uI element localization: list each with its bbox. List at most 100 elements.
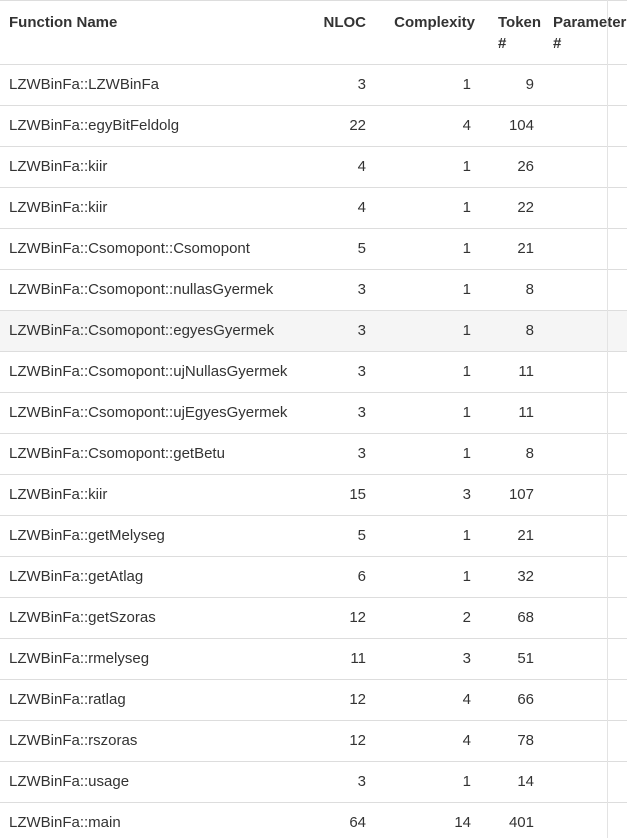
cell-function-name: LZWBinFa::kiir: [0, 187, 312, 229]
cell-nloc: 12: [312, 679, 374, 721]
column-header-complexity[interactable]: Complexity: [374, 0, 483, 65]
cell-nloc: 3: [312, 310, 374, 352]
header-row: Function Name NLOC Complexity Token # Par…: [0, 0, 627, 65]
column-header-parameter-line1: Parameter: [553, 14, 627, 31]
table-row: LZWBinFa::egyBitFeldolg 22 4 104: [0, 105, 627, 147]
column-header-token-line1: Token: [498, 14, 542, 31]
cell-parameter: [549, 556, 627, 598]
cell-parameter: [549, 761, 627, 803]
cell-complexity: 1: [374, 228, 483, 270]
cell-complexity: 14: [374, 802, 483, 838]
table-row-hovered: LZWBinFa::Csomopont::egyesGyermek 3 1 8: [0, 310, 627, 352]
cell-complexity: 1: [374, 310, 483, 352]
cell-token: 66: [483, 679, 549, 721]
cell-nloc: 3: [312, 392, 374, 434]
cell-token: 11: [483, 351, 549, 393]
cell-complexity: 4: [374, 679, 483, 721]
table-row: LZWBinFa::kiir 15 3 107: [0, 474, 627, 516]
cell-parameter: [549, 228, 627, 270]
column-header-parameter[interactable]: Parameter #: [549, 0, 627, 65]
cell-token: 107: [483, 474, 549, 516]
cell-complexity: 3: [374, 474, 483, 516]
cell-complexity: 3: [374, 638, 483, 680]
cell-function-name: LZWBinFa::kiir: [0, 474, 312, 516]
cell-parameter: [549, 597, 627, 639]
cell-function-name: LZWBinFa::egyBitFeldolg: [0, 105, 312, 147]
cell-parameter: [549, 720, 627, 762]
cell-function-name: LZWBinFa::Csomopont::Csomopont: [0, 228, 312, 270]
cell-token: 32: [483, 556, 549, 598]
cell-token: 21: [483, 515, 549, 557]
cell-parameter: [549, 433, 627, 475]
cell-function-name: LZWBinFa::getSzoras: [0, 597, 312, 639]
table-body: LZWBinFa::LZWBinFa 3 1 9 LZWBinFa::egyBitFe…: [0, 64, 627, 838]
column-divider: [607, 0, 608, 838]
cell-token: 8: [483, 269, 549, 311]
cell-parameter: [549, 310, 627, 352]
column-header-function-name[interactable]: Function Name: [0, 0, 312, 65]
table-row: LZWBinFa::Csomopont::Csomopont 5 1 21: [0, 228, 627, 270]
cell-function-name: LZWBinFa::Csomopont::ujEgyesGyermek: [0, 392, 312, 434]
cell-complexity: 1: [374, 269, 483, 311]
cell-parameter: [549, 269, 627, 311]
column-header-token[interactable]: Token #: [483, 0, 549, 65]
cell-function-name: LZWBinFa::main: [0, 802, 312, 838]
cell-complexity: 1: [374, 392, 483, 434]
cell-nloc: 12: [312, 597, 374, 639]
table-row: LZWBinFa::usage 3 1 14: [0, 761, 627, 803]
cell-nloc: 3: [312, 761, 374, 803]
cell-nloc: 11: [312, 638, 374, 680]
cell-nloc: 15: [312, 474, 374, 516]
table-row: LZWBinFa::Csomopont::nullasGyermek 3 1 8: [0, 269, 627, 311]
cell-function-name: LZWBinFa::getAtlag: [0, 556, 312, 598]
cell-nloc: 5: [312, 515, 374, 557]
cell-complexity: 1: [374, 187, 483, 229]
column-header-token-line2: #: [498, 35, 507, 52]
cell-complexity: 1: [374, 146, 483, 188]
cell-token: 11: [483, 392, 549, 434]
cell-function-name: LZWBinFa::usage: [0, 761, 312, 803]
cell-parameter: [549, 474, 627, 516]
cell-function-name: LZWBinFa::ratlag: [0, 679, 312, 721]
column-header-nloc[interactable]: NLOC: [312, 0, 374, 65]
table-header: Function Name NLOC Complexity Token # Par…: [0, 0, 627, 65]
cell-nloc: 22: [312, 105, 374, 147]
column-header-parameter-line2: #: [553, 35, 562, 52]
cell-complexity: 1: [374, 515, 483, 557]
cell-function-name: LZWBinFa::Csomopont::getBetu: [0, 433, 312, 475]
cell-complexity: 4: [374, 105, 483, 147]
cell-complexity: 1: [374, 64, 483, 106]
cell-function-name: LZWBinFa::kiir: [0, 146, 312, 188]
cell-parameter: [549, 105, 627, 147]
cell-function-name: LZWBinFa::rmelyseg: [0, 638, 312, 680]
cell-parameter: [549, 679, 627, 721]
table-row: LZWBinFa::getMelyseg 5 1 21: [0, 515, 627, 557]
cell-nloc: 4: [312, 187, 374, 229]
cell-token: 26: [483, 146, 549, 188]
cell-token: 8: [483, 433, 549, 475]
cell-function-name: LZWBinFa::LZWBinFa: [0, 64, 312, 106]
function-metrics-table-container: Function Name NLOC Complexity Token # Par…: [0, 0, 627, 838]
cell-complexity: 1: [374, 433, 483, 475]
cell-function-name: LZWBinFa::Csomopont::nullasGyermek: [0, 269, 312, 311]
table-row: LZWBinFa::Csomopont::ujEgyesGyermek 3 1 11: [0, 392, 627, 434]
cell-token: 8: [483, 310, 549, 352]
table-row: LZWBinFa::rszoras 12 4 78: [0, 720, 627, 762]
cell-function-name: LZWBinFa::Csomopont::ujNullasGyermek: [0, 351, 312, 393]
cell-nloc: 4: [312, 146, 374, 188]
cell-nloc: 64: [312, 802, 374, 838]
cell-token: 14: [483, 761, 549, 803]
cell-parameter: [549, 187, 627, 229]
cell-token: 104: [483, 105, 549, 147]
cell-token: 21: [483, 228, 549, 270]
cell-parameter: [549, 802, 627, 838]
cell-token: 22: [483, 187, 549, 229]
table-row: LZWBinFa::kiir 4 1 22: [0, 187, 627, 229]
cell-complexity: 1: [374, 761, 483, 803]
table-row: LZWBinFa::getSzoras 12 2 68: [0, 597, 627, 639]
cell-nloc: 3: [312, 269, 374, 311]
cell-token: 9: [483, 64, 549, 106]
table-row: LZWBinFa::main 64 14 401: [0, 802, 627, 838]
cell-nloc: 3: [312, 433, 374, 475]
cell-function-name: LZWBinFa::rszoras: [0, 720, 312, 762]
